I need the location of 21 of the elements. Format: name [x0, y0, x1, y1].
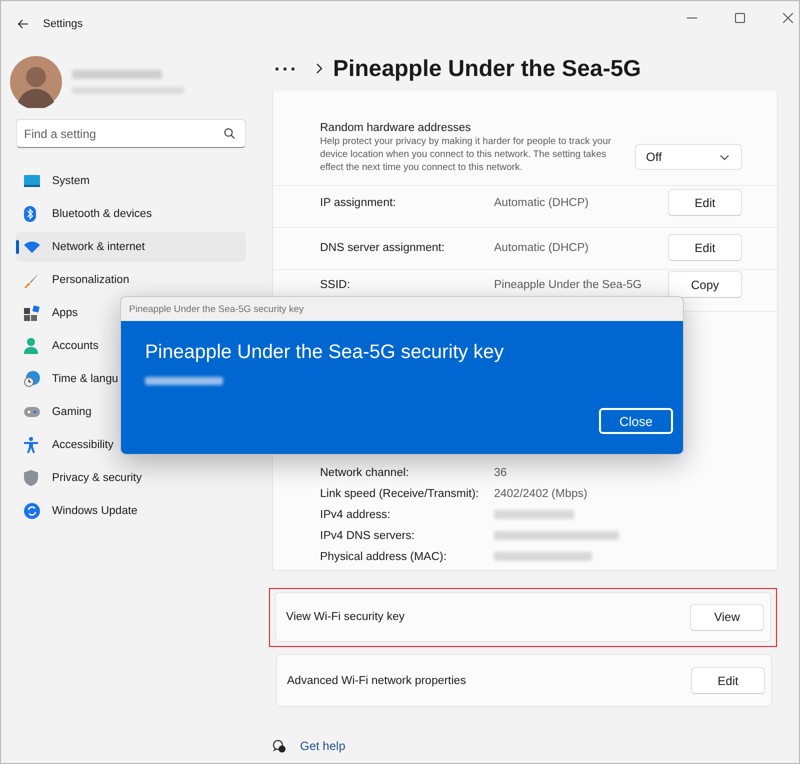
setting-value: Pineapple Under the Sea-5G: [494, 278, 642, 290]
setting-label: Random hardware addresses: [320, 122, 472, 134]
property-label: Link speed (Receive/Transmit):: [320, 488, 480, 500]
setting-description: Help protect your privacy by making it harder for people to track your device location when you connect to this network. The setting takes effect the next time you connect to this network.: [320, 135, 612, 174]
page-title: Pineapple Under the Sea-5G: [333, 55, 642, 82]
window-title: Settings: [43, 18, 83, 30]
property-label: Network channel:: [320, 466, 410, 478]
setting-value: Automatic (DHCP): [494, 196, 589, 208]
setting-label: IP assignment:: [320, 196, 397, 208]
setting-label: SSID:: [320, 278, 352, 290]
setting-value: Automatic (DHCP): [494, 242, 589, 254]
setting-label: View Wi-Fi security key: [286, 611, 405, 623]
property-label: Physical address (MAC):: [320, 550, 448, 562]
property-value: 36: [494, 466, 507, 478]
property-label: IPv4 DNS servers:: [320, 530, 416, 542]
property-value: 2402/2402 (Mbps): [494, 488, 588, 500]
setting-label: DNS server assignment:: [320, 242, 446, 254]
dialog-title: Pineapple Under the Sea-5G security key: [129, 304, 304, 314]
property-label: IPv4 address:: [320, 508, 392, 520]
setting-label: Advanced Wi-Fi network properties: [287, 674, 466, 686]
dialog-heading: Pineapple Under the Sea-5G security key: [145, 341, 505, 364]
